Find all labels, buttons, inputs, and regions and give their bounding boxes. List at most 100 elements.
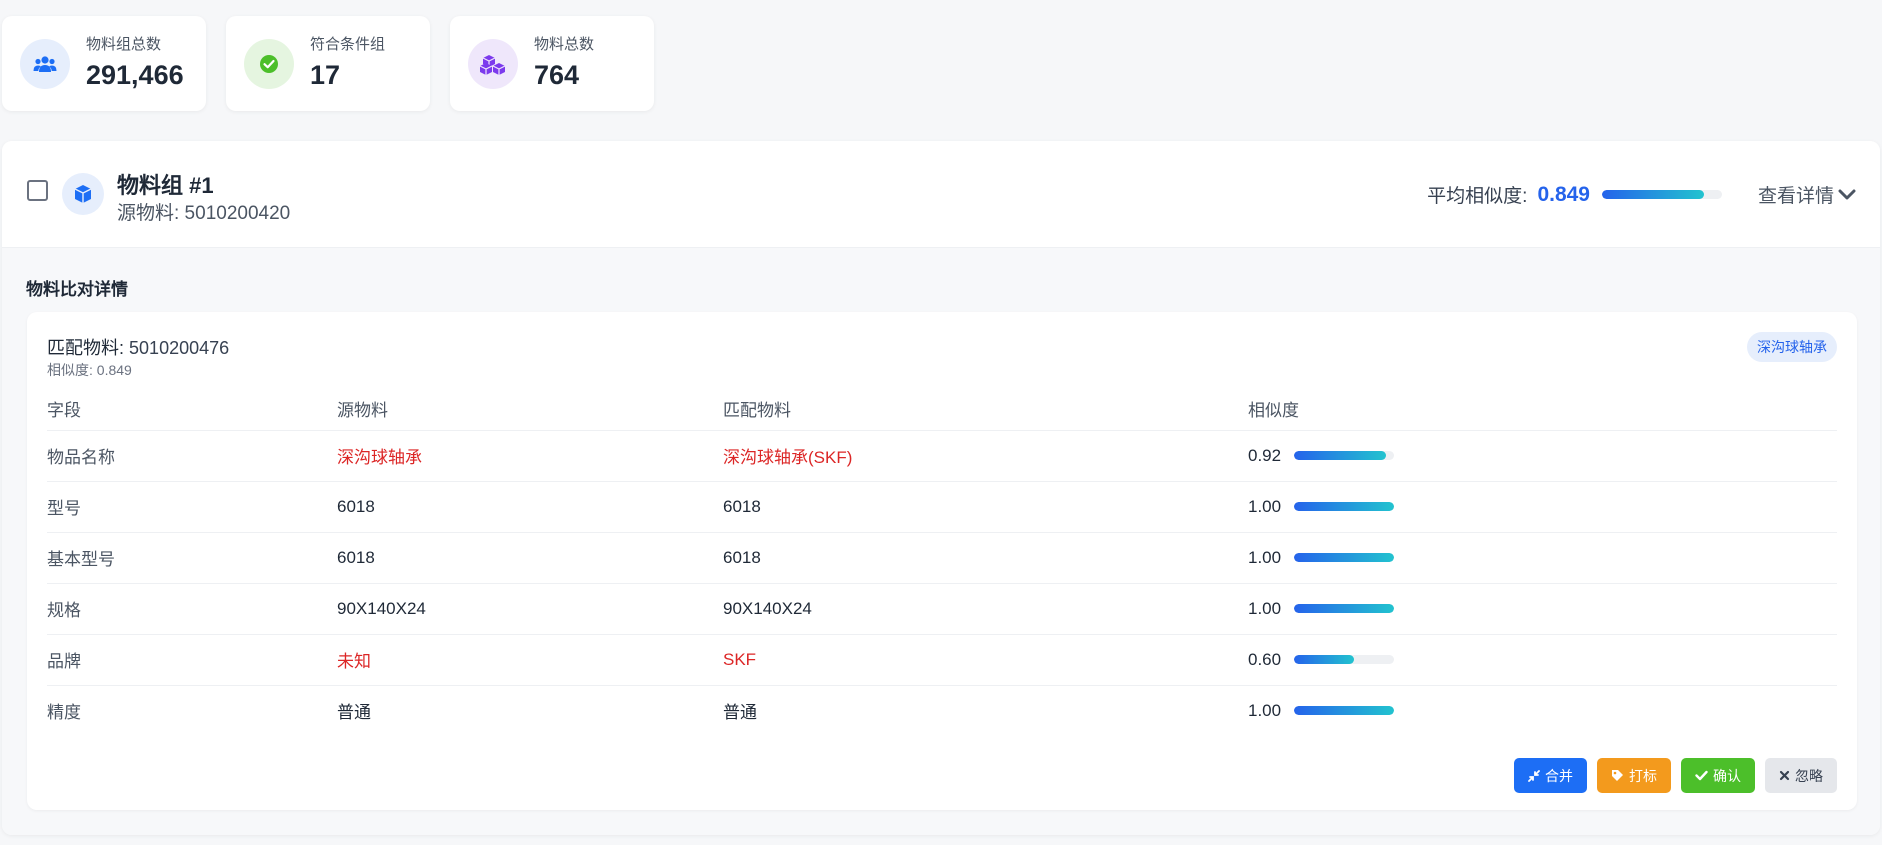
row-field: 物品名称 <box>47 430 337 482</box>
tag-icon <box>1612 770 1623 781</box>
stat-value: 764 <box>534 59 580 90</box>
stat-card-qualified-groups: 符合条件组 17 <box>226 16 430 111</box>
avg-similarity-label: 平均相似度: <box>1427 186 1528 207</box>
row-similarity-bar-fill <box>1294 451 1386 460</box>
avg-similarity-bar-fill <box>1602 190 1704 199</box>
row-similarity: 1.00 <box>1248 481 1837 533</box>
row-target-value: SKF <box>723 634 1248 686</box>
table-row: 物品名称 深沟球轴承 深沟球轴承(SKF) 0.92 <box>47 430 1837 482</box>
row-similarity-bar <box>1294 451 1394 460</box>
row-similarity-bar-fill <box>1294 604 1394 613</box>
row-similarity-bar-fill <box>1294 502 1394 511</box>
comparison-table: 字段 源物料 匹配物料 相似度 物品名称 深沟球轴承 深沟球轴承(SKF) 0.92 型… <box>47 387 1837 736</box>
section-title: 物料比对详情 <box>26 280 128 299</box>
row-similarity-bar <box>1294 553 1394 562</box>
column-header-source: 源物料 <box>337 387 723 431</box>
stat-card-material-total: 物料总数 764 <box>450 16 654 111</box>
stat-label: 物料组总数 <box>86 35 162 53</box>
row-similarity-bar-fill <box>1294 553 1394 562</box>
table-row: 品牌 未知 SKF 0.60 <box>47 634 1837 686</box>
chevron-down-icon <box>1838 189 1856 199</box>
row-similarity: 1.00 <box>1248 583 1837 635</box>
match-title-label: 匹配物料: <box>47 338 125 358</box>
row-target-value: 深沟球轴承(SKF) <box>723 430 1248 482</box>
avg-similarity-bar <box>1602 190 1722 199</box>
row-similarity-bar <box>1294 604 1394 613</box>
row-field: 精度 <box>47 703 81 723</box>
avg-similarity: 平均相似度: 0.849 <box>1427 181 1722 208</box>
check-circle-icon <box>244 38 294 89</box>
row-source-value: 6018 <box>337 481 723 533</box>
row-source-value: 未知 <box>337 634 723 686</box>
match-title-value: 5010200476 <box>129 338 230 358</box>
row-similarity-bar <box>1294 706 1394 716</box>
table-row: 型号 6018 6018 1.00 <box>47 481 1837 533</box>
row-similarity: 1.00 <box>1248 532 1837 584</box>
row-similarity-value: 0.92 <box>1248 445 1282 465</box>
row-field: 基本型号 <box>47 532 337 584</box>
material-group-card: 物料组 #1 源物料: 5010200420 平均相似度: 0.849 查看详情… <box>2 141 1880 835</box>
table-row: 精度 普通 普通 1.00 <box>47 685 1837 736</box>
ignore-button-label: 忽略 <box>1795 767 1823 784</box>
category-tag: 深沟球轴承 <box>1747 332 1837 362</box>
row-target-value: 普通 <box>723 703 757 723</box>
row-similarity-bar-fill <box>1294 655 1354 664</box>
row-field: 品牌 <box>47 634 337 686</box>
row-similarity-value: 1.00 <box>1248 496 1282 516</box>
row-similarity-value: 1.00 <box>1248 547 1282 567</box>
table-row: 基本型号 6018 6018 1.00 <box>47 532 1837 584</box>
row-field: 规格 <box>47 583 337 635</box>
check-icon <box>1695 770 1708 781</box>
row-target-value: 6018 <box>723 481 1248 533</box>
match-title: 匹配物料: 5010200476 <box>47 334 229 360</box>
column-header-target: 匹配物料 <box>723 387 1248 431</box>
mark-button[interactable]: 打标 <box>1597 758 1671 793</box>
table-row: 规格 90X140X24 90X140X24 1.00 <box>47 583 1837 635</box>
stats-bar: 物料组总数 291,466 符合条件组 17 物料总数 764 <box>2 16 654 111</box>
avg-similarity-value: 0.849 <box>1537 182 1590 206</box>
row-similarity-bar <box>1294 502 1394 511</box>
users-icon <box>20 38 70 89</box>
stat-label: 符合条件组 <box>310 35 386 53</box>
row-similarity: 0.60 <box>1248 634 1837 686</box>
row-target-value: 6018 <box>723 532 1248 584</box>
merge-button[interactable]: 合并 <box>1514 758 1587 793</box>
match-similarity: 相似度: 0.849 <box>47 362 132 378</box>
action-buttons: 合并 打标 确认 忽略 <box>1514 758 1837 793</box>
group-source-material: 源物料: 5010200420 <box>117 203 291 224</box>
row-target-value: 90X140X24 <box>723 583 1248 635</box>
group-title: 物料组 #1 <box>117 173 214 198</box>
row-similarity-bar-fill <box>1294 706 1394 716</box>
row-field: 型号 <box>47 481 337 533</box>
row-similarity-value: 0.60 <box>1248 649 1282 669</box>
cube-icon <box>62 173 104 215</box>
confirm-button-label: 确认 <box>1713 767 1741 784</box>
column-header-similarity: 相似度 <box>1248 387 1837 431</box>
row-source-value: 普通 <box>337 703 371 723</box>
cubes-icon <box>468 38 518 89</box>
row-similarity-value: 1.00 <box>1248 598 1282 618</box>
group-select-checkbox[interactable] <box>27 180 48 201</box>
stat-card-group-total: 物料组总数 291,466 <box>2 16 206 111</box>
row-similarity-bar <box>1294 655 1394 664</box>
row-source-value: 90X140X24 <box>337 583 723 635</box>
ignore-button[interactable]: 忽略 <box>1765 758 1837 793</box>
row-source-value: 6018 <box>337 532 723 584</box>
close-icon <box>1779 770 1790 781</box>
column-header-field: 字段 <box>47 387 337 431</box>
row-similarity: 0.92 <box>1248 430 1837 482</box>
stat-value: 291,466 <box>86 59 184 90</box>
row-source-value: 深沟球轴承 <box>337 430 723 482</box>
compress-icon <box>1528 769 1540 782</box>
row-similarity-value: 1.00 <box>1248 700 1282 720</box>
mark-button-label: 打标 <box>1629 767 1657 784</box>
stat-label: 物料总数 <box>534 35 595 53</box>
merge-button-label: 合并 <box>1545 767 1573 784</box>
group-header[interactable]: 物料组 #1 源物料: 5010200420 平均相似度: 0.849 查看详情 <box>2 141 1880 248</box>
match-card: 匹配物料: 5010200476 相似度: 0.849 深沟球轴承 字段 源物料… <box>27 312 1857 810</box>
stat-value: 17 <box>310 59 341 90</box>
view-detail-label: 查看详情 <box>1757 186 1834 207</box>
confirm-button[interactable]: 确认 <box>1681 758 1755 793</box>
row-similarity: 1.00 <box>1248 685 1837 736</box>
view-detail-toggle[interactable]: 查看详情 <box>1758 181 1856 208</box>
